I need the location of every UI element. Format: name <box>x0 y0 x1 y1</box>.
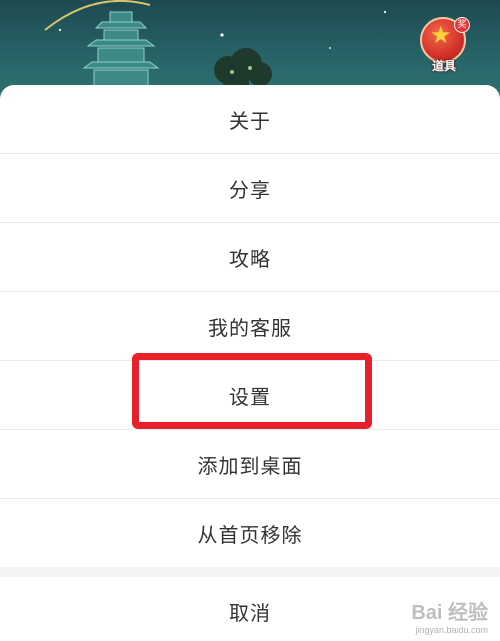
star-icon: ★ <box>430 21 452 49</box>
menu-item-about[interactable]: 关于 <box>0 85 500 154</box>
props-label: 道具 <box>431 59 456 73</box>
watermark-brand: Bai 经验 <box>411 602 488 624</box>
reward-tag: 奖 <box>454 17 470 33</box>
props-button[interactable]: ★ 奖 道具 <box>418 15 470 73</box>
menu-item-add-to-desktop[interactable]: 添加到桌面 <box>0 430 500 499</box>
menu-item-remove-from-home[interactable]: 从首页移除 <box>0 499 500 567</box>
menu-item-customer-service[interactable]: 我的客服 <box>0 292 500 361</box>
menu-item-guide[interactable]: 攻略 <box>0 223 500 292</box>
menu-item-share[interactable]: 分享 <box>0 154 500 223</box>
watermark-url: jingyan.baidu.com <box>415 625 488 635</box>
baidu-jingyan-watermark: Bai 经验 jingyan.baidu.com <box>411 596 488 635</box>
settings-highlight-box <box>132 353 372 429</box>
sheet-divider <box>0 567 500 577</box>
